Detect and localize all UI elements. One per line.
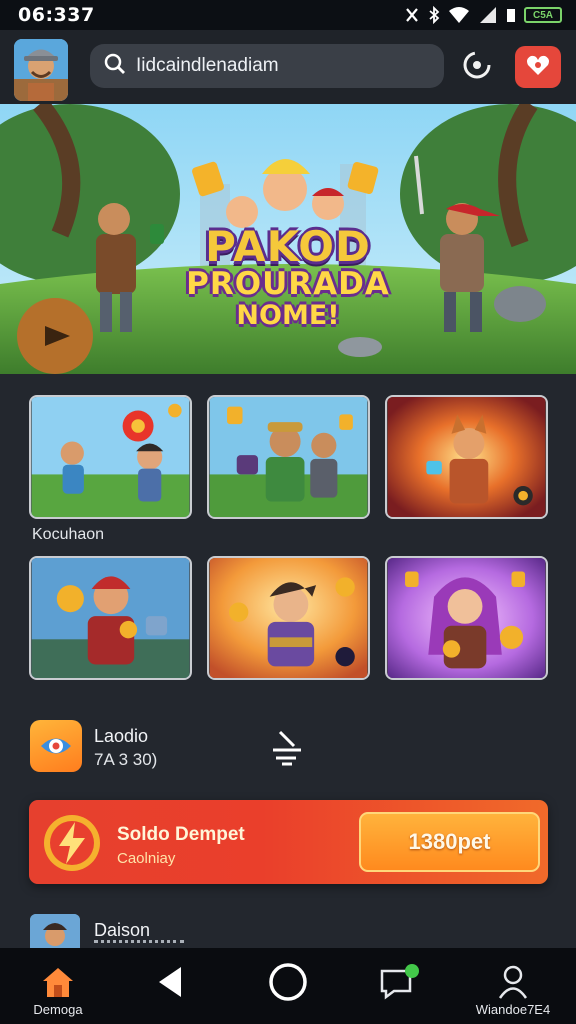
nav-home[interactable]: Demoga	[20, 948, 96, 1024]
avatar[interactable]	[14, 39, 68, 101]
app-surface: Iidcaindlenadiam PAKOD PROURADA NOME! Ko…	[0, 30, 576, 948]
game-tile-art	[209, 397, 368, 517]
section-label: Kocuhaon	[32, 526, 105, 543]
game-tile-art	[387, 558, 546, 678]
spinner-icon	[460, 48, 494, 87]
back-icon	[155, 964, 185, 1000]
game-tile-art	[31, 397, 190, 517]
status-bar: 06:337 C5A	[0, 0, 576, 30]
game-tile[interactable]	[385, 556, 548, 680]
game-tile-art	[209, 558, 368, 678]
hero-title-line2: PROURADA	[186, 266, 390, 302]
hero-banner[interactable]: PAKOD PROURADA NOME!	[0, 104, 576, 374]
game-tile[interactable]	[29, 395, 192, 519]
status-icons: C5A	[404, 6, 562, 24]
signal-icon	[478, 6, 498, 24]
battery-icon: C5A	[524, 7, 562, 23]
deposit-banner[interactable]: Soldo Dempet Caolniay 1380pet	[29, 800, 548, 884]
home-circle-icon	[268, 963, 308, 1001]
nav-profile[interactable]: Wiandoe7E4	[470, 948, 556, 1024]
spinner-button[interactable]	[458, 48, 496, 86]
gift-button[interactable]	[515, 46, 561, 88]
wifi-icon	[448, 6, 470, 24]
gift-icon	[525, 53, 551, 82]
chat-icon	[378, 964, 422, 1000]
game-tile-art	[387, 397, 546, 517]
promo-row[interactable]: Laodio 7A 3 30)	[0, 714, 576, 778]
top-bar: Iidcaindlenadiam	[0, 30, 576, 104]
list-item[interactable]: Daison	[0, 910, 576, 948]
game-tile-art	[31, 558, 190, 678]
list-item-thumbnail	[30, 914, 80, 948]
game-tile[interactable]	[29, 556, 192, 680]
search-input[interactable]: Iidcaindlenadiam	[136, 55, 279, 77]
bluetooth-icon	[428, 6, 440, 24]
search-bar[interactable]: Iidcaindlenadiam	[90, 44, 444, 88]
deposit-subtitle: Caolniay	[117, 850, 176, 867]
home-icon	[40, 964, 76, 1000]
game-tile[interactable]	[385, 395, 548, 519]
promo-chevron-icon[interactable]	[268, 728, 306, 768]
nav-back[interactable]	[140, 948, 200, 1024]
nav-profile-label: Wiandoe7E4	[475, 1002, 551, 1017]
game-tile[interactable]	[207, 395, 370, 519]
nav-chat[interactable]	[370, 948, 430, 1024]
deposit-button[interactable]: 1380pet	[359, 812, 540, 872]
game-tile[interactable]	[207, 556, 370, 680]
promo-title: Laodio	[94, 726, 149, 746]
list-item-subtitle-placeholder	[94, 940, 184, 948]
deposit-title: Soldo Dempet	[117, 824, 245, 845]
search-icon	[104, 53, 126, 80]
lightning-coin-icon	[41, 812, 103, 874]
hero-title-line1: PAKOD	[205, 222, 371, 271]
profile-icon	[497, 964, 529, 1000]
hero-title-line3: NOME!	[236, 300, 340, 331]
data-icon	[506, 6, 516, 24]
promo-subtitle: 7A 3 30)	[94, 750, 158, 769]
list-item-title: Daison	[94, 920, 151, 940]
no-alert-icon	[404, 7, 420, 23]
promo-eye-icon	[30, 720, 82, 772]
nav-home-circle[interactable]	[258, 948, 318, 1024]
status-time: 06:337	[18, 4, 95, 26]
bottom-nav-bar: Demoga Wiandoe7E4	[0, 948, 576, 1024]
nav-home-label: Demoga	[33, 1002, 83, 1017]
